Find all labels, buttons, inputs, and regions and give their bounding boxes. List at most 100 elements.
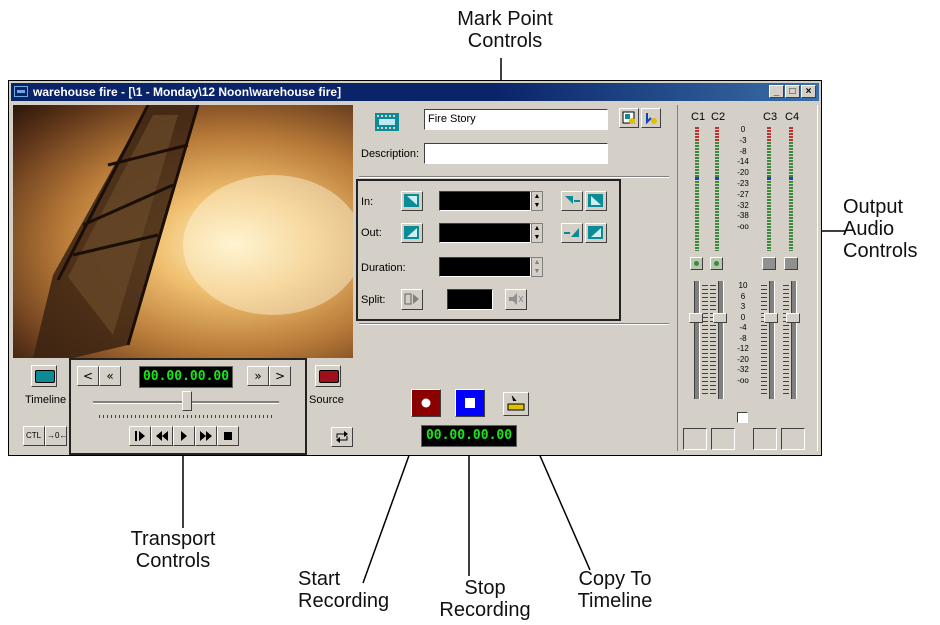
in-label: In: xyxy=(361,196,374,208)
play-button[interactable] xyxy=(173,426,195,446)
window-app-icon xyxy=(14,86,28,97)
loop-button[interactable] xyxy=(331,427,353,447)
description-field[interactable] xyxy=(424,143,608,164)
fader-track-c2[interactable] xyxy=(718,281,724,399)
stop-recording-button[interactable] xyxy=(455,389,485,417)
channel-label-c1: C1 xyxy=(691,111,706,123)
fader-scale-tick: -20 xyxy=(737,354,749,364)
step-forward-button[interactable]: > xyxy=(269,366,291,386)
fader-track-c4[interactable] xyxy=(791,281,797,399)
channel-patch-c3[interactable] xyxy=(753,428,777,450)
mark-in-button[interactable] xyxy=(401,191,423,211)
fast-forward-button[interactable] xyxy=(195,426,217,446)
fader-ticks-c4 xyxy=(783,285,789,397)
duration-label: Duration: xyxy=(361,262,406,274)
channel-enable-c1[interactable] xyxy=(690,257,703,270)
rewind-button[interactable] xyxy=(151,426,173,446)
channel-enable-c3[interactable] xyxy=(762,257,776,270)
transport-timecode: 00.00.00.00 xyxy=(139,366,233,388)
meter-scale-tick: -32 xyxy=(737,200,749,210)
copy-to-timeline-button[interactable] xyxy=(503,392,529,416)
in-timecode-field[interactable] xyxy=(439,191,531,211)
play-icon xyxy=(181,431,187,441)
clip-properties-button[interactable] xyxy=(619,108,639,128)
clip-name-field[interactable]: Fire Story xyxy=(424,109,608,130)
marker-button[interactable]: →0← xyxy=(45,426,67,446)
close-button[interactable]: × xyxy=(801,85,816,98)
fader-scale-tick: 10 xyxy=(738,281,748,290)
source-select-button[interactable] xyxy=(315,365,341,387)
start-recording-button[interactable] xyxy=(411,389,441,417)
fader-thumb-c3[interactable] xyxy=(764,313,778,323)
record-icon xyxy=(421,398,431,408)
fader-thumb-c4[interactable] xyxy=(786,313,800,323)
timeline-select-button[interactable] xyxy=(31,365,57,387)
channel-patch-c4[interactable] xyxy=(781,428,805,450)
shuttle-slider-thumb[interactable] xyxy=(182,391,192,411)
level-meter-c2 xyxy=(715,127,719,251)
shuttle-slider-ticks xyxy=(99,415,275,418)
split-edit-button[interactable] xyxy=(401,289,423,310)
minimize-button[interactable]: _ xyxy=(769,85,784,98)
ctl-button[interactable]: CTL xyxy=(23,426,45,446)
clear-in-button[interactable] xyxy=(585,191,607,211)
gang-checkbox[interactable] xyxy=(737,412,748,423)
mark-out-button[interactable] xyxy=(401,223,423,243)
clip-icon xyxy=(375,113,399,131)
level-meter-c4 xyxy=(789,127,793,251)
in-spinner[interactable]: ▲ ▼ xyxy=(531,191,543,211)
go-to-out-button[interactable] xyxy=(561,223,583,243)
go-to-in-button[interactable] xyxy=(561,191,583,211)
fader-scale-tick: -oo xyxy=(737,375,749,385)
clear-out-button[interactable] xyxy=(585,223,607,243)
channel-enable-c2[interactable] xyxy=(710,257,723,270)
meter-scale-tick: -27 xyxy=(737,189,749,199)
timeline-label: Timeline xyxy=(25,394,67,406)
fader-scale-tick: 0 xyxy=(740,312,746,322)
play-reverse-slow-button[interactable] xyxy=(129,426,151,446)
meter-scale-tick: -20 xyxy=(737,168,749,178)
mark-in-icon xyxy=(404,194,419,207)
maximize-button[interactable]: □ xyxy=(785,85,800,98)
description-label: Description: xyxy=(361,148,420,160)
level-meter-c3 xyxy=(767,127,771,251)
fader-track-c3[interactable] xyxy=(769,281,775,399)
channel-patch-c2[interactable] xyxy=(711,428,735,450)
channel-patch-c1[interactable] xyxy=(683,428,707,450)
fader-scale: 10 6 3 0 -4 -8 -12 -20 -32 -oo xyxy=(731,281,755,386)
clip-link-button[interactable] xyxy=(641,108,661,128)
meter-scale-tick: -8 xyxy=(739,146,747,156)
shuttle-back-button[interactable]: « xyxy=(99,366,121,386)
fader-thumb-c1[interactable] xyxy=(689,313,703,323)
stop-icon xyxy=(224,432,232,440)
speaker-icon xyxy=(509,293,524,305)
fader-ticks-c1 xyxy=(702,285,708,397)
shuttle-forward-button[interactable]: » xyxy=(247,366,269,386)
fader-thumb-c2[interactable] xyxy=(713,313,727,323)
link-icon xyxy=(646,113,657,125)
split-timecode-field[interactable] xyxy=(447,289,493,310)
out-timecode-field[interactable] xyxy=(439,223,531,243)
title-bar[interactable]: warehouse fire - [\1 - Monday\12 Noon\wa… xyxy=(11,83,819,101)
copy-to-timeline-icon xyxy=(507,395,525,411)
step-back-button[interactable]: < xyxy=(77,366,99,386)
fader-track-c1[interactable] xyxy=(694,281,700,399)
mark-out-icon xyxy=(404,226,419,239)
source-label: Source xyxy=(309,394,344,406)
window-title: warehouse fire - [\1 - Monday\12 Noon\wa… xyxy=(33,85,342,99)
clear-in-icon xyxy=(588,194,603,207)
split-audio-button[interactable] xyxy=(505,289,527,310)
channel-label-c2: C2 xyxy=(711,111,726,123)
clip-name-value: Fire Story xyxy=(428,113,476,125)
out-label: Out: xyxy=(361,227,382,239)
stop-button[interactable] xyxy=(217,426,239,446)
split-edit-icon xyxy=(404,293,419,305)
meter-scale-tick: -38 xyxy=(737,211,749,221)
video-frame-structure xyxy=(33,105,353,358)
fast-forward-icon xyxy=(200,431,212,441)
out-spinner[interactable]: ▲ ▼ xyxy=(531,223,543,243)
channel-enable-c4[interactable] xyxy=(784,257,798,270)
meter-scale-tick: -14 xyxy=(737,157,749,167)
fader-scale-tick: -32 xyxy=(737,365,749,374)
fader-ticks-c3 xyxy=(761,285,767,397)
